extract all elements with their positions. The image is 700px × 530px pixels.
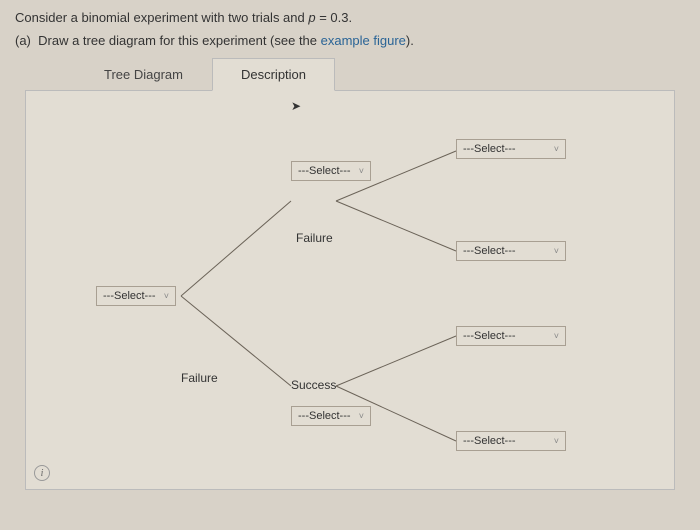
outcome-1-select[interactable]: ---Select--- ˅	[456, 139, 566, 159]
tab-description[interactable]: Description	[212, 58, 335, 91]
part-a-label: (a)	[15, 33, 31, 48]
part-a-text: Draw a tree diagram for this experiment …	[38, 33, 321, 48]
outcome-3-text: ---Select---	[463, 330, 516, 342]
outcome-3-select[interactable]: ---Select--- ˅	[456, 326, 566, 346]
tab-tree-diagram[interactable]: Tree Diagram	[75, 58, 212, 91]
tab-bar: Tree Diagram Description	[75, 58, 685, 91]
prompt-eq: = 0.3.	[316, 10, 353, 25]
root-select[interactable]: ---Select--- ˅	[96, 286, 176, 306]
root-select-text: ---Select---	[103, 290, 156, 302]
outcome-1-text: ---Select---	[463, 143, 516, 155]
problem-prompt: Consider a binomial experiment with two …	[15, 10, 685, 25]
chevron-down-icon: ˅	[359, 166, 364, 176]
help-icon[interactable]: i	[34, 465, 50, 481]
failure-label-2: Failure	[181, 371, 218, 385]
part-a: (a) Draw a tree diagram for this experim…	[15, 33, 685, 48]
success-label: Success	[291, 378, 336, 392]
cursor-icon: ➤	[291, 99, 301, 113]
chevron-down-icon: ˅	[554, 436, 559, 446]
outcome-4-text: ---Select---	[463, 435, 516, 447]
outcome-2-select[interactable]: ---Select--- ˅	[456, 241, 566, 261]
upper-branch-text: ---Select---	[298, 165, 351, 177]
upper-branch-select[interactable]: ---Select--- ˅	[291, 161, 371, 181]
chevron-down-icon: ˅	[554, 246, 559, 256]
example-figure-link[interactable]: example figure	[321, 33, 406, 48]
outcome-2-text: ---Select---	[463, 245, 516, 257]
chevron-down-icon: ˅	[554, 144, 559, 154]
chevron-down-icon: ˅	[554, 331, 559, 341]
failure-label-1: Failure	[296, 231, 333, 245]
part-a-after: ).	[406, 33, 414, 48]
lower-branch-select[interactable]: ---Select--- ˅	[291, 406, 371, 426]
lower-branch-text: ---Select---	[298, 410, 351, 422]
chevron-down-icon: ˅	[359, 411, 364, 421]
prompt-prefix: Consider a binomial experiment with two …	[15, 10, 308, 25]
prompt-var: p	[308, 10, 315, 25]
outcome-4-select[interactable]: ---Select--- ˅	[456, 431, 566, 451]
tree-diagram-panel: ➤ ---Select--- ˅ ---Select--- ˅ Failure …	[25, 90, 675, 490]
chevron-down-icon: ˅	[164, 291, 169, 301]
